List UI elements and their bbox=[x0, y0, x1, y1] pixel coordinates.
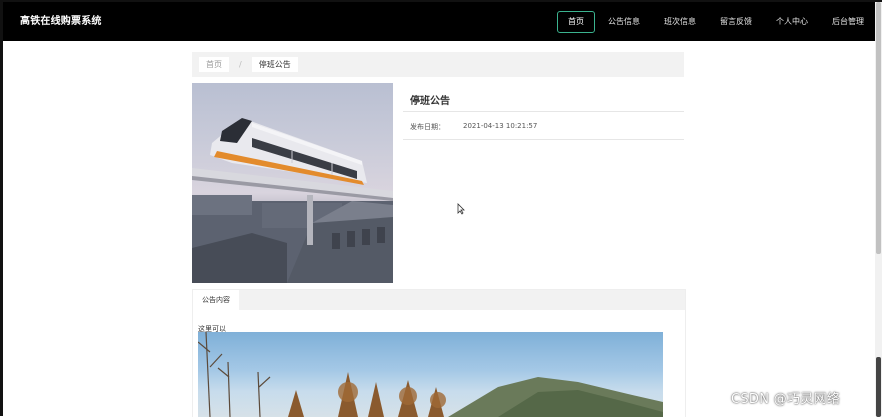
nav-item-profile[interactable]: 个人中心 bbox=[765, 11, 819, 33]
main-nav: 首页 公告信息 班次信息 留言反馈 个人中心 后台管理 bbox=[555, 2, 875, 41]
notice-cover-image bbox=[192, 83, 393, 283]
forest-landscape-illustration bbox=[198, 332, 663, 417]
notice-title: 停班公告 bbox=[410, 96, 450, 107]
nav-item-admin[interactable]: 后台管理 bbox=[821, 11, 875, 33]
breadcrumb: 首页 / 停班公告 bbox=[192, 52, 684, 77]
nav-item-notices[interactable]: 公告信息 bbox=[597, 11, 651, 33]
nav-item-schedules[interactable]: 班次信息 bbox=[653, 11, 707, 33]
top-navbar: 高铁在线购票系统 首页 公告信息 班次信息 留言反馈 个人中心 后台管理 bbox=[3, 2, 875, 41]
site-brand[interactable]: 高铁在线购票系统 bbox=[20, 2, 102, 41]
publish-date-value: 2021-04-13 10:21:57 bbox=[463, 122, 538, 130]
breadcrumb-current: 停班公告 bbox=[251, 57, 298, 72]
monorail-train-illustration bbox=[192, 118, 393, 283]
tab-bar: 公告内容 bbox=[193, 290, 685, 310]
publish-date-label: 发布日期： bbox=[410, 123, 445, 131]
tab-notice-content[interactable]: 公告内容 bbox=[193, 290, 239, 310]
page-scrollbar[interactable] bbox=[875, 2, 882, 417]
nav-item-feedback[interactable]: 留言反馈 bbox=[709, 11, 763, 33]
notice-body-image bbox=[198, 332, 663, 417]
meta-divider bbox=[403, 139, 684, 140]
window-frame-left bbox=[0, 0, 3, 416]
breadcrumb-separator: / bbox=[239, 60, 242, 69]
breadcrumb-home-link[interactable]: 首页 bbox=[199, 57, 229, 72]
title-divider bbox=[403, 111, 684, 112]
nav-item-home[interactable]: 首页 bbox=[557, 10, 595, 33]
csdn-watermark: CSDN @巧灵网络 bbox=[731, 392, 841, 407]
scrollbar-marker bbox=[876, 357, 881, 417]
mouse-pointer-icon bbox=[457, 200, 465, 219]
notice-content-panel: 公告内容 这里可以 bbox=[192, 289, 686, 417]
scrollbar-thumb[interactable] bbox=[876, 2, 881, 254]
